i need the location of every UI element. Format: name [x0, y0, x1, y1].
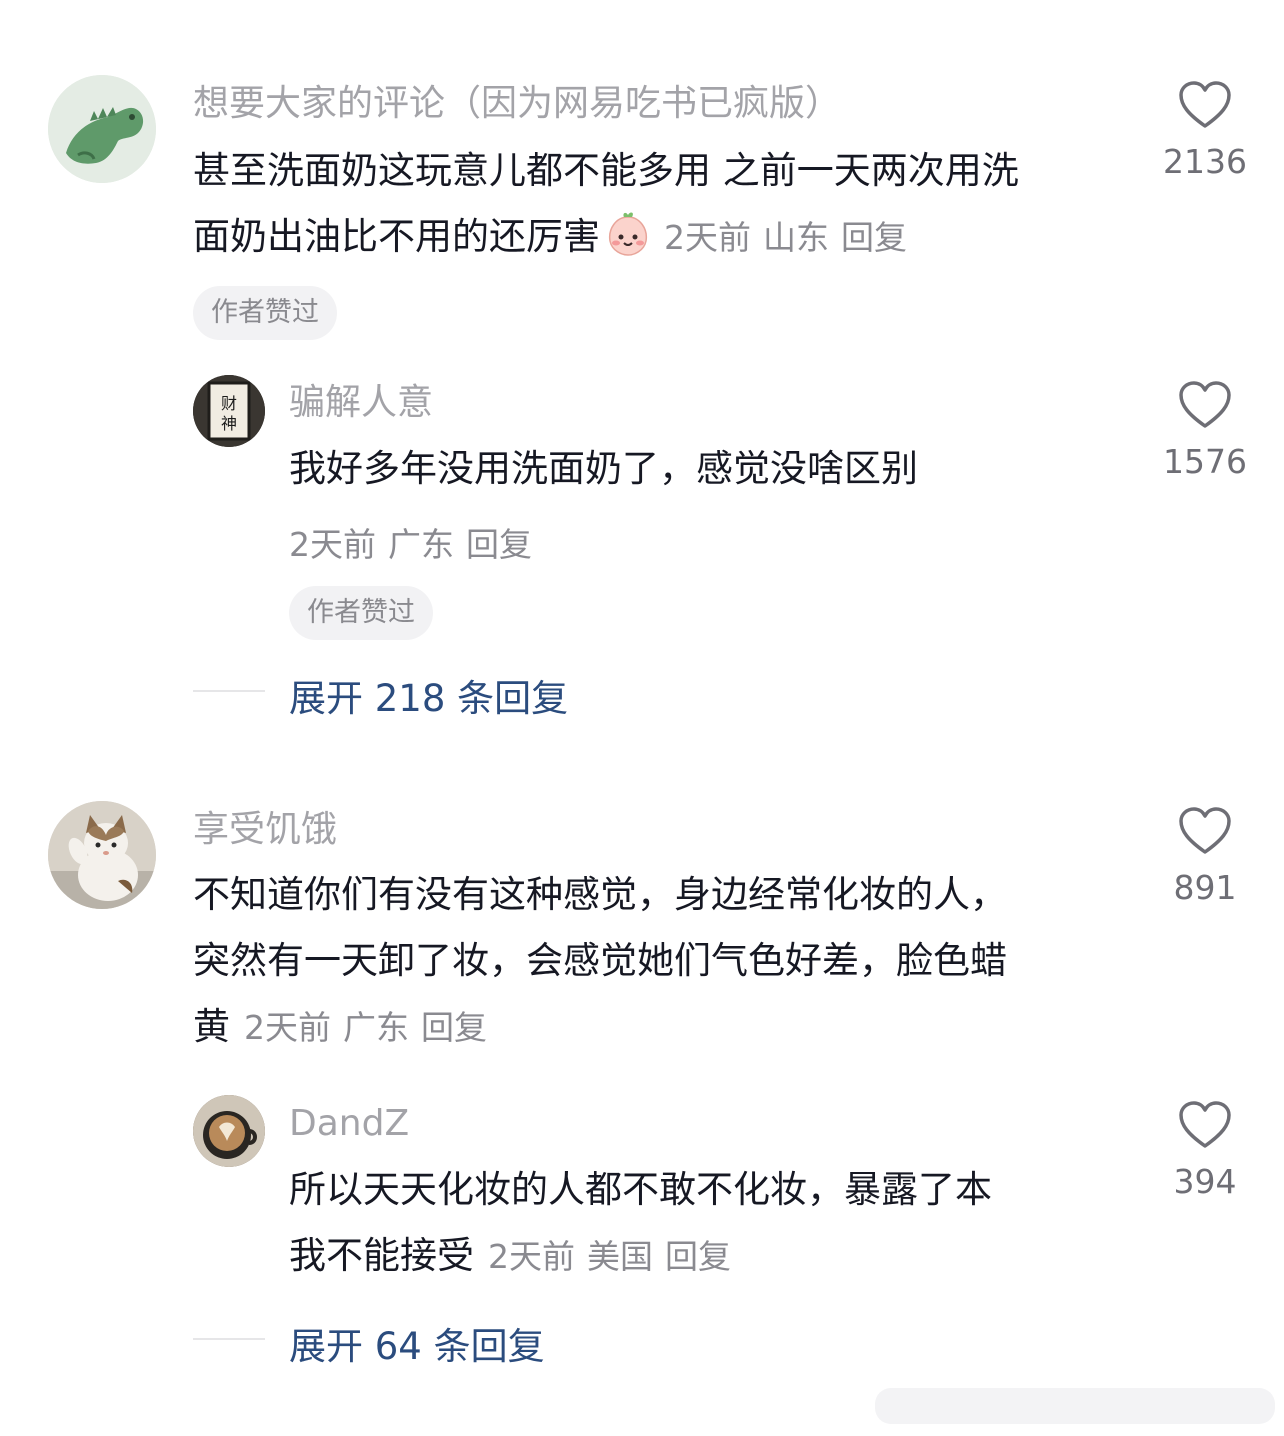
like-button[interactable]: 1576 [1160, 380, 1250, 482]
comment-text-line: 面奶出油比不用的还厉害 2天前 山东 回复 [193, 204, 1133, 278]
reply-username[interactable]: DandZ [289, 1102, 409, 1146]
reply-button[interactable]: 回复 [466, 525, 532, 564]
avatar[interactable]: 财 神 [193, 375, 265, 447]
comment-meta: 2天前 广东 回复 [244, 1008, 499, 1047]
reply-meta: 2天前 美国 回复 [488, 1237, 743, 1276]
comment-text: 不知道你们有没有这种感觉，身边经常化妆的人， 突然有一天卸了妆，会感觉她们气色好… [193, 862, 1133, 1061]
comment-location: 山东 [763, 218, 829, 257]
author-liked-badge: 作者赞过 [289, 586, 433, 640]
avatar[interactable] [48, 75, 156, 183]
reply-text-line: 我不能接受 2天前 美国 回复 [289, 1223, 1129, 1290]
expand-replies-button[interactable]: 展开 218 条回复 [289, 668, 568, 722]
reply-location: 广东 [388, 525, 454, 564]
reply-text-line: 所以天天化妆的人都不敢不化妆，暴露了本 [289, 1168, 992, 1211]
like-count: 891 [1173, 868, 1237, 907]
reply-username[interactable]: 骗解人意 [289, 381, 433, 425]
reply-meta: 2天前 广东 回复 [289, 518, 544, 566]
like-button[interactable]: 891 [1160, 806, 1250, 908]
like-button[interactable]: 394 [1160, 1100, 1250, 1202]
like-button[interactable]: 2136 [1160, 80, 1250, 182]
heart-icon [1179, 1101, 1231, 1148]
reply-button[interactable]: 回复 [841, 218, 907, 257]
comment-username[interactable]: 想要大家的评论（因为网易吃书已疯版） [193, 82, 841, 126]
reply-time: 2天前 [289, 525, 376, 564]
expand-replies-button[interactable]: 展开 64 条回复 [289, 1316, 545, 1370]
reply-button[interactable]: 回复 [421, 1008, 487, 1047]
avatar-char: 财 [221, 394, 237, 413]
comment-text-line: 不知道你们有没有这种感觉，身边经常化妆的人， [193, 873, 1007, 916]
heart-icon [1179, 81, 1231, 128]
like-count: 394 [1173, 1162, 1237, 1201]
comment-location: 广东 [343, 1008, 409, 1047]
comment-time: 2天前 [664, 218, 751, 257]
reply-text: 所以天天化妆的人都不敢不化妆，暴露了本 我不能接受 2天前 美国 回复 [289, 1157, 1129, 1290]
comment-text: 甚至洗面奶这玩意儿都不能多用 之前一天两次用洗 面奶出油比不用的还厉害 2天前山… [193, 138, 1133, 278]
author-liked-badge: 作者赞过 [193, 286, 337, 340]
comment-text-segment: 面奶出油比不用的还厉害 [193, 215, 600, 258]
reply-button[interactable]: 回复 [665, 1237, 731, 1276]
comment-text-line: 突然有一天卸了妆，会感觉她们气色好差，脸色蜡 [193, 939, 1007, 982]
reply-text-segment: 我不能接受 [289, 1234, 474, 1277]
green-dinosaur-avatar-icon [48, 75, 156, 183]
comment-meta: 2天前 山东 回复 [664, 218, 919, 257]
avatar-char: 神 [221, 414, 237, 433]
expand-divider [193, 690, 265, 692]
expand-divider [193, 1338, 265, 1340]
comment-username[interactable]: 享受饥饿 [193, 808, 337, 852]
like-count: 1576 [1163, 442, 1247, 481]
reply-time: 2天前 [488, 1237, 575, 1276]
peach-smile-emoji-icon [604, 209, 652, 278]
comment-text-segment: 黄 [193, 1005, 230, 1048]
cat-photo-avatar-icon [48, 801, 156, 909]
comment-time: 2天前 [244, 1008, 331, 1047]
comment-input-bar[interactable] [875, 1388, 1275, 1424]
comment-text-line: 黄 2天前 广东 回复 [193, 994, 1133, 1061]
calligraphy-sign-avatar-icon: 财 神 [193, 375, 265, 447]
reply-text: 我好多年没用洗面奶了，感觉没啥区别 [289, 447, 918, 490]
latte-art-avatar-icon [193, 1095, 265, 1167]
heart-icon [1179, 381, 1231, 428]
reply-location: 美国 [587, 1237, 653, 1276]
avatar[interactable] [48, 801, 156, 909]
heart-icon [1179, 807, 1231, 854]
comment-text-line: 甚至洗面奶这玩意儿都不能多用 之前一天两次用洗 [193, 149, 1019, 192]
avatar[interactable] [193, 1095, 265, 1167]
like-count: 2136 [1163, 142, 1247, 181]
